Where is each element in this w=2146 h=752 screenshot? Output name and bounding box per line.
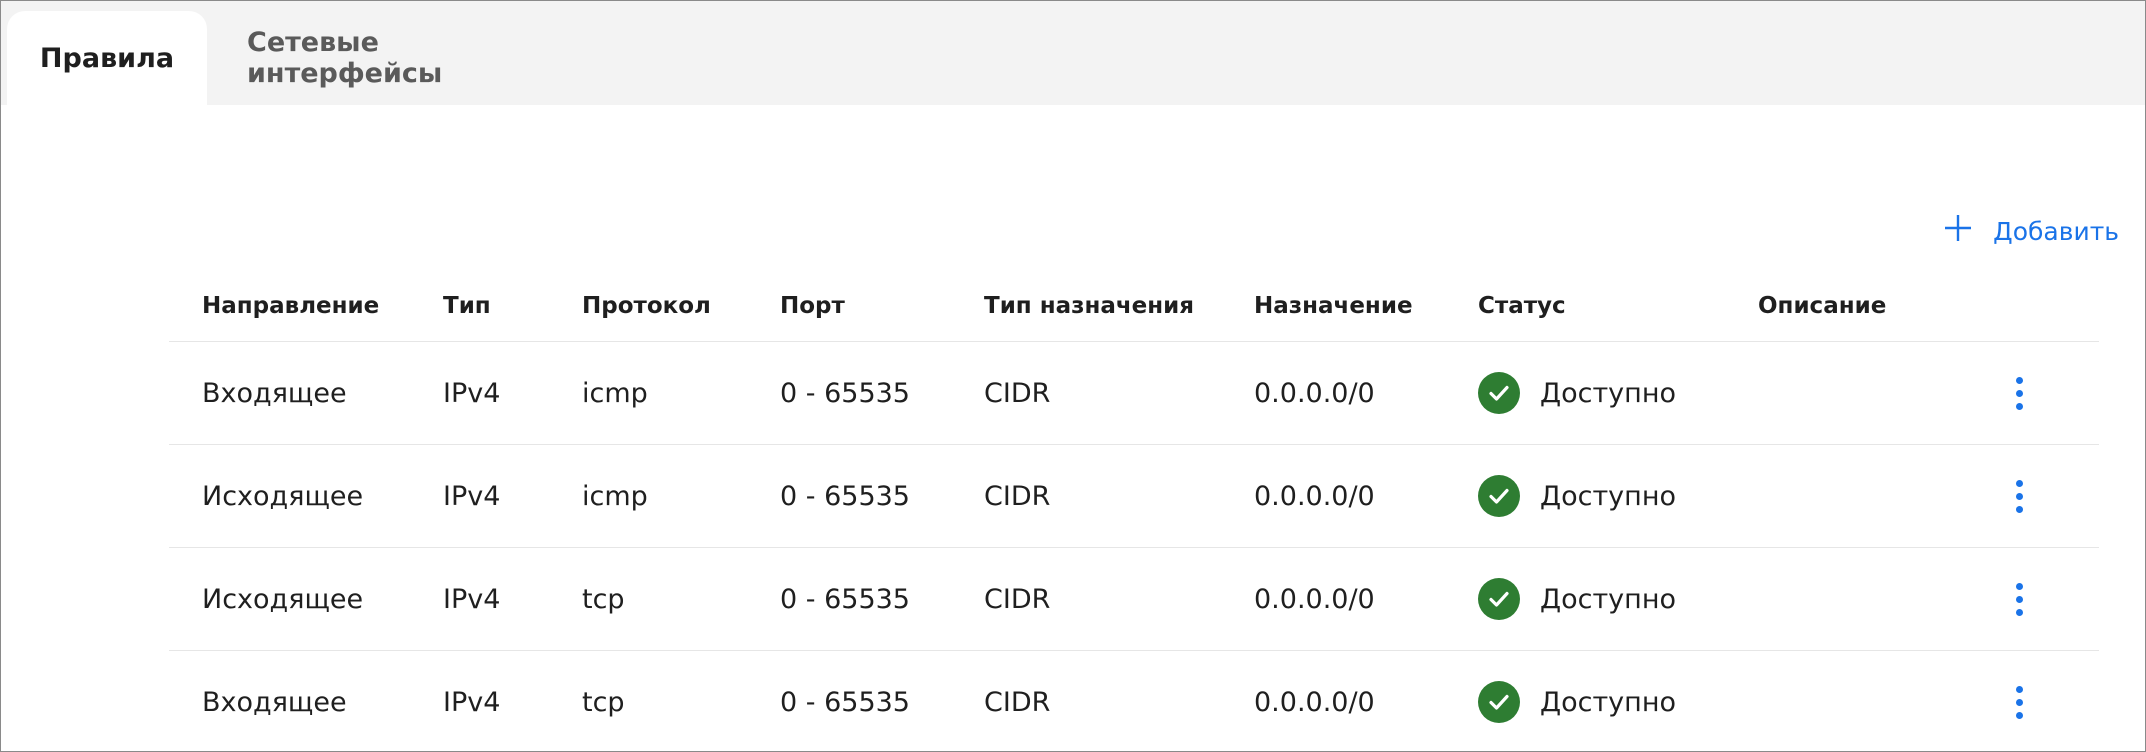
cell-port: 0 - 65535 <box>780 377 910 409</box>
more-vertical-icon[interactable] <box>1999 471 2039 521</box>
column-header-destination-type[interactable]: Тип назначения <box>984 271 1194 341</box>
more-vertical-icon[interactable] <box>1999 574 2039 624</box>
row-actions <box>1989 445 2049 547</box>
cell-protocol: icmp <box>582 377 648 409</box>
status-text: Доступно <box>1540 480 1676 512</box>
cell-port: 0 - 65535 <box>780 583 910 615</box>
table-row: Исходящее IPv4 tcp 0 - 65535 CIDR 0.0.0.… <box>169 548 2099 651</box>
cell-destination-type: CIDR <box>984 377 1051 409</box>
cell-status: Доступно <box>1478 651 1676 751</box>
column-header-destination[interactable]: Назначение <box>1254 271 1413 341</box>
cell-direction: Входящее <box>202 686 347 718</box>
cell-status: Доступно <box>1478 342 1676 444</box>
cell-protocol: icmp <box>582 480 648 512</box>
status-text: Доступно <box>1540 583 1676 615</box>
cell-destination-type: CIDR <box>984 480 1051 512</box>
cell-protocol: tcp <box>582 686 625 718</box>
cell-direction: Исходящее <box>202 583 364 615</box>
row-actions <box>1989 548 2049 650</box>
rules-table: Направление Тип Протокол Порт Тип назнач… <box>169 271 2099 751</box>
cell-port: 0 - 65535 <box>780 686 910 718</box>
cell-direction: Входящее <box>202 377 347 409</box>
column-header-description[interactable]: Описание <box>1758 271 1886 341</box>
add-rule-label: Добавить <box>1993 216 2119 246</box>
check-circle-icon <box>1478 372 1520 414</box>
plus-icon <box>1943 213 1973 249</box>
more-vertical-icon[interactable] <box>1999 677 2039 727</box>
cell-direction: Исходящее <box>202 480 364 512</box>
row-actions <box>1989 651 2049 751</box>
security-group-panel: Правила Сетевые интерфейсы Добавить Напр… <box>0 0 2146 752</box>
check-circle-icon <box>1478 475 1520 517</box>
cell-type: IPv4 <box>443 377 501 409</box>
table-row: Входящее IPv4 tcp 0 - 65535 CIDR 0.0.0.0… <box>169 651 2099 751</box>
check-circle-icon <box>1478 681 1520 723</box>
cell-type: IPv4 <box>443 686 501 718</box>
status-text: Доступно <box>1540 377 1676 409</box>
status-text: Доступно <box>1540 686 1676 718</box>
table-row: Входящее IPv4 icmp 0 - 65535 CIDR 0.0.0.… <box>169 342 2099 445</box>
cell-type: IPv4 <box>443 480 501 512</box>
column-header-status[interactable]: Статус <box>1478 271 1566 341</box>
cell-destination: 0.0.0.0/0 <box>1254 686 1375 718</box>
table-header: Направление Тип Протокол Порт Тип назнач… <box>169 271 2099 342</box>
column-header-protocol[interactable]: Протокол <box>582 271 711 341</box>
tab-network-interfaces[interactable]: Сетевые интерфейсы <box>217 11 577 105</box>
table-row: Исходящее IPv4 icmp 0 - 65535 CIDR 0.0.0… <box>169 445 2099 548</box>
column-header-type[interactable]: Тип <box>443 271 491 341</box>
row-actions <box>1989 342 2049 444</box>
cell-destination-type: CIDR <box>984 583 1051 615</box>
cell-status: Доступно <box>1478 445 1676 547</box>
cell-type: IPv4 <box>443 583 501 615</box>
cell-port: 0 - 65535 <box>780 480 910 512</box>
cell-destination-type: CIDR <box>984 686 1051 718</box>
column-header-direction[interactable]: Направление <box>202 271 379 341</box>
cell-destination: 0.0.0.0/0 <box>1254 583 1375 615</box>
more-vertical-icon[interactable] <box>1999 368 2039 418</box>
tab-bar: Правила Сетевые интерфейсы <box>1 1 2145 105</box>
tab-rules[interactable]: Правила <box>7 11 207 105</box>
cell-protocol: tcp <box>582 583 625 615</box>
column-header-port[interactable]: Порт <box>780 271 845 341</box>
cell-status: Доступно <box>1478 548 1676 650</box>
add-rule-button[interactable]: Добавить <box>1943 211 2119 251</box>
cell-destination: 0.0.0.0/0 <box>1254 377 1375 409</box>
check-circle-icon <box>1478 578 1520 620</box>
cell-destination: 0.0.0.0/0 <box>1254 480 1375 512</box>
